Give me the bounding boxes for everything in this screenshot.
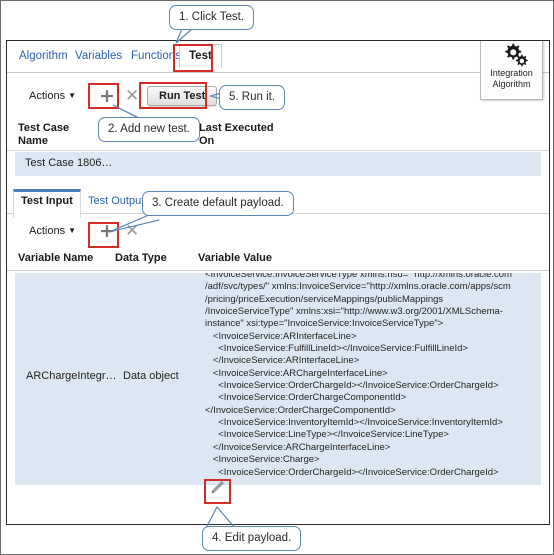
callout-1-click-test: 1. Click Test. [169,5,254,30]
callout-2-add-new-test: 2. Add new test. [98,117,200,142]
screenshot-root: Algorithm Variables Functions Test Integ… [0,0,554,555]
callout-3-create-default-payload: 3. Create default payload. [142,191,294,216]
callout-5-run-it: 5. Run it. [219,85,286,110]
callout-4-edit-payload: 4. Edit payload. [202,526,302,551]
